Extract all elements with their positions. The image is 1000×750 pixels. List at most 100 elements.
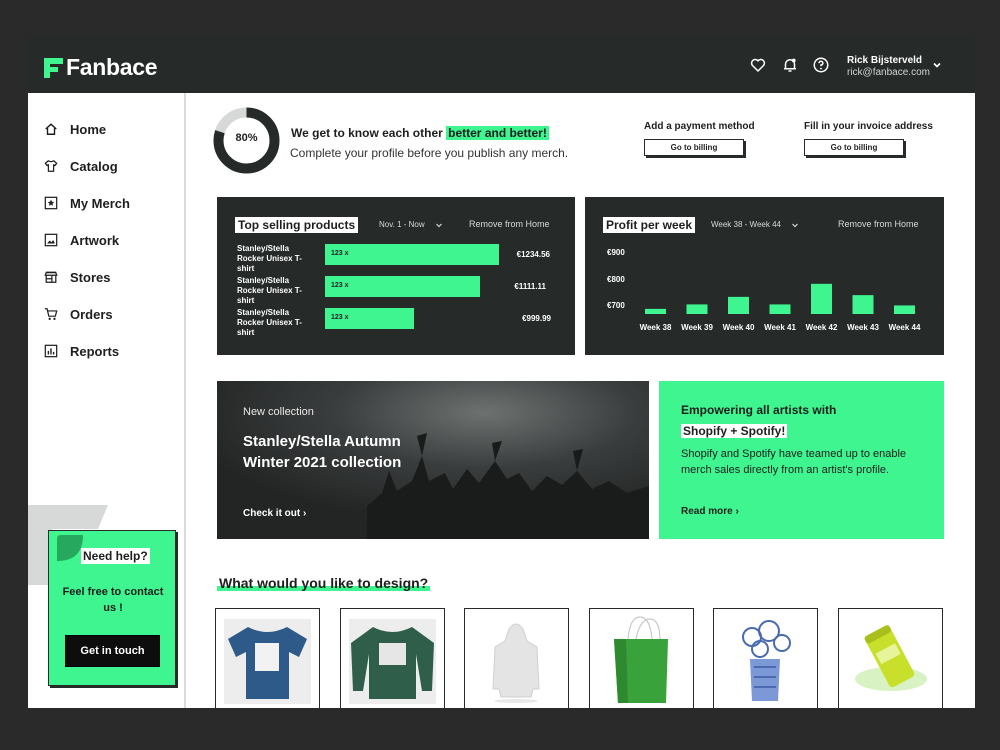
can-icon (855, 625, 927, 691)
payment-method-label: Add a payment method (644, 121, 755, 132)
profit-bar (852, 295, 874, 314)
help-leaf-icon (57, 535, 83, 561)
help-icon[interactable] (812, 56, 830, 74)
product-name: Stanley/Stella Rocker Unisex T-shirt (237, 308, 302, 337)
product-sales-bar: 123 x (325, 308, 414, 329)
design-heading: What would you like to design? (217, 575, 431, 591)
sidebar-item-label: Stores (70, 269, 111, 285)
product-name: Stanley/Stella Rocker Unisex T-shirt (237, 276, 302, 305)
y-tick-label: €900 (607, 248, 625, 257)
promo-title: Empowering all artists with (681, 403, 837, 417)
go-to-billing-button[interactable]: Go to billing (644, 139, 744, 156)
shopping-bag-icon (614, 616, 668, 703)
chevron-right-icon: › (735, 506, 739, 517)
sidebar-item-stores[interactable]: Stores (44, 267, 110, 287)
x-tick-label: Week 41 (764, 323, 796, 332)
sweater-icon (349, 619, 436, 704)
product-card-shopping-bag[interactable] (589, 608, 694, 708)
product-price: €1234.56 (516, 250, 550, 259)
x-tick-label: Week 42 (806, 323, 838, 332)
profit-bar (769, 304, 791, 314)
collection-title: Stanley/Stella Autumn Winter 2021 collec… (243, 433, 402, 471)
get-in-touch-button[interactable]: Get in touch (65, 635, 160, 667)
image-icon (44, 233, 58, 247)
profile-subtitle: Complete your profile before you publish… (290, 146, 569, 160)
sidebar-item-artwork[interactable]: Artwork (44, 230, 119, 250)
user-name[interactable]: Rick Bijsterveld (847, 55, 922, 66)
sidebar-item-label: My Merch (70, 195, 130, 211)
promo-title-highlight: Shopify + Spotify! (681, 424, 788, 438)
logo-mark-icon (44, 57, 63, 78)
sidebar-item-my-merch[interactable]: My Merch (44, 193, 130, 213)
sidebar-item-orders[interactable]: Orders (44, 304, 113, 324)
profit-bar (645, 308, 666, 314)
app-window: Fanbace Rick Bijsterveld rick@fanbace.co… (28, 35, 975, 708)
brand-name: Fanbace (66, 54, 158, 80)
profile-heading: We get to know each other better and bet… (291, 126, 549, 140)
product-card-vase[interactable] (713, 608, 818, 708)
invoice-address-label: Fill in your invoice address (804, 121, 933, 132)
product-sales-bar: 123 x (325, 276, 480, 297)
sidebar-item-home[interactable]: Home (44, 119, 106, 139)
star-icon (44, 196, 58, 210)
profile-percent: 80% (235, 132, 258, 144)
brand-logo[interactable]: Fanbace (44, 54, 158, 81)
sidebar: Home Catalog My Merch Artwork Stores Ord… (28, 93, 186, 708)
profit-panel: Profit per week Week 38 - Week 44 Remove… (585, 197, 944, 355)
sidebar-item-reports[interactable]: Reports (44, 341, 119, 361)
promo-body: Shopify and Spotify have teamed up to en… (681, 448, 907, 476)
check-it-out-link[interactable]: Check it out › (243, 508, 306, 519)
sidebar-item-label: Orders (70, 306, 113, 322)
promo-card: Empowering all artists with Shopify + Sp… (659, 381, 944, 539)
profit-bar (728, 296, 749, 314)
bell-icon[interactable] (781, 56, 799, 74)
top-selling-range-select[interactable]: Nov. 1 - Now (379, 220, 443, 229)
collection-kicker: New collection (243, 406, 314, 418)
product-qty: 123 x (331, 250, 349, 257)
product-card-t-shirt[interactable] (215, 608, 320, 708)
vase-icon (742, 620, 791, 701)
y-tick-label: €800 (607, 275, 625, 284)
heart-icon[interactable] (749, 56, 767, 74)
product-qty: 123 x (331, 314, 349, 321)
profit-bar (894, 305, 915, 314)
product-name: Stanley/Stella Rocker Unisex T-shirt (237, 244, 302, 273)
x-tick-label: Week 44 (889, 323, 921, 332)
home-icon (45, 123, 57, 135)
top-bar: Fanbace Rick Bijsterveld rick@fanbace.co… (28, 35, 975, 93)
sidebar-item-label: Artwork (70, 232, 120, 248)
chevron-down-icon[interactable] (931, 59, 943, 71)
sidebar-item-catalog[interactable]: Catalog (44, 156, 118, 176)
read-more-link[interactable]: Read more › (681, 506, 739, 517)
top-selling-panel: Top selling products Nov. 1 - Now Remove… (217, 197, 575, 355)
go-to-billing-button[interactable]: Go to billing (804, 139, 904, 156)
product-card-hoodie[interactable] (464, 608, 569, 708)
collection-banner[interactable]: New collection Stanley/Stella Autumn Win… (217, 381, 649, 539)
sidebar-item-label: Home (70, 121, 107, 137)
x-tick-label: Week 40 (723, 323, 755, 332)
shirt-icon (44, 160, 58, 172)
remove-from-home-link[interactable]: Remove from Home (469, 219, 550, 229)
x-tick-label: Week 39 (681, 323, 713, 332)
top-selling-title: Top selling products (235, 217, 359, 233)
product-card-can[interactable] (838, 608, 943, 708)
user-email: rick@fanbace.com (847, 67, 930, 78)
profit-bar (686, 304, 708, 314)
product-price: €1111.11 (514, 282, 546, 291)
product-sales-bar: 123 x (325, 244, 499, 265)
profit-bar-chart: €900 €800 €700 Week 38 Week 39 Week 40 Week 41… (607, 248, 921, 332)
profit-bar (811, 283, 832, 314)
help-card: Need help? Feel free to contact us ! Get… (48, 530, 176, 686)
sidebar-item-label: Catalog (70, 158, 118, 174)
hoodie-icon (492, 623, 540, 703)
product-card-sweater[interactable] (340, 608, 445, 708)
help-text: Feel free to contact us ! (62, 586, 164, 614)
chevron-right-icon: › (303, 508, 307, 519)
chart-icon (44, 344, 58, 358)
sidebar-item-label: Reports (70, 343, 120, 359)
cart-icon (44, 308, 58, 320)
product-qty: 123 x (331, 282, 349, 289)
store-icon (44, 271, 58, 283)
t-shirt-icon (224, 619, 311, 704)
product-price: €999.99 (522, 314, 551, 323)
